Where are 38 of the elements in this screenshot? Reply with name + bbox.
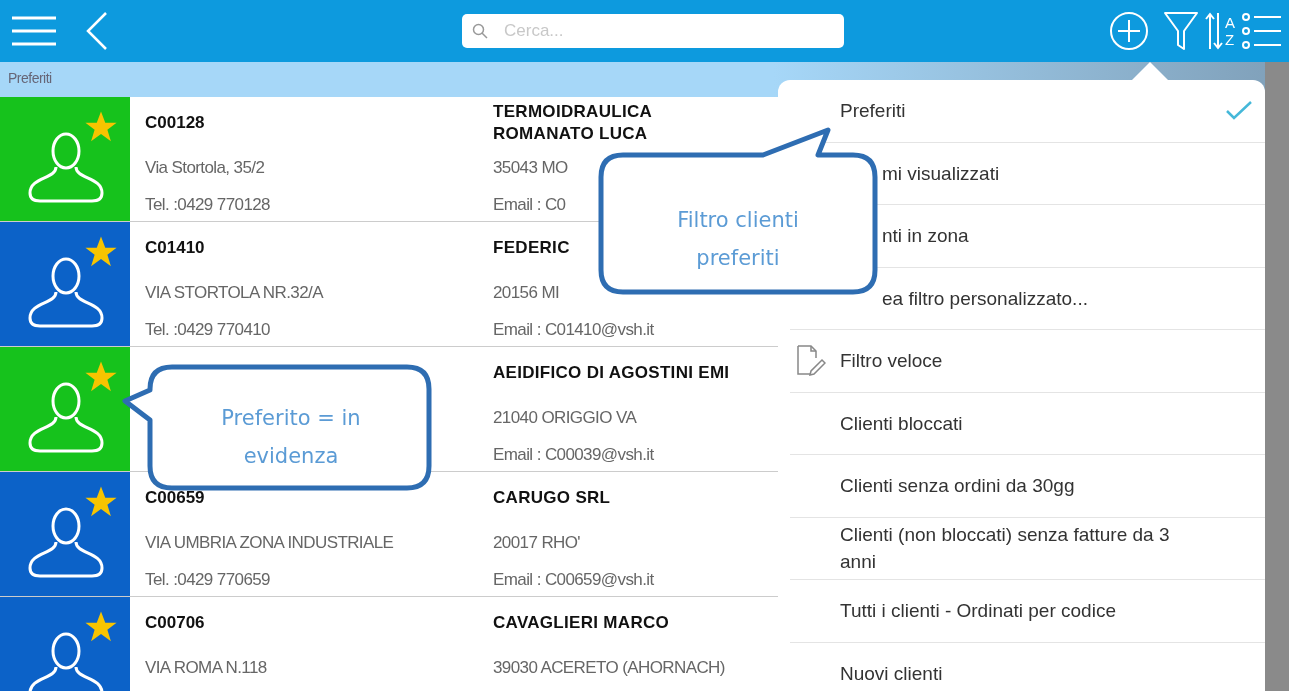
filter-menu-item[interactable]: Nuovi clienti [790,642,1265,691]
client-city: 35043 MO [493,157,568,178]
client-name: CARUGO SRL [493,487,611,509]
client-phone: Tel. :0429 770659 [145,569,270,590]
filter-menu-item[interactable]: Clienti (non bloccati) senza fatture da 3 anni [790,517,1265,580]
search-icon [472,23,488,39]
client-code: C00128 [145,112,205,134]
client-phone: Tel. :0429 770410 [145,319,270,340]
filter-menu-item[interactable]: Filtro veloce [790,330,1265,393]
client-email: Email : C00659@vsh.it [493,569,654,590]
client-code: C00706 [145,612,205,634]
add-icon[interactable] [1109,11,1149,51]
client-phone: Tel. :0429 770128 [145,194,270,215]
client-code: C01410 [145,237,205,259]
client-address: Via Stortola, 35/2 [145,157,265,178]
client-address: VIA UMBRIA ZONA INDUSTRIALE [145,532,394,553]
client-name: TERMOIDRAULICA ROMANATO LUCA [493,101,653,145]
client-email: Email : C0 [493,194,566,215]
client-name: CAVAGLIERI MARCO [493,612,670,634]
client-name: AEIDIFICO DI AGOSTINI EMI [493,362,730,384]
filter-menu-item[interactable]: Clienti senza ordini da 30gg [790,455,1265,518]
menu-icon[interactable] [12,15,56,47]
list-icon[interactable] [1241,11,1281,51]
client-city: 21040 ORIGGIO VA [493,407,637,428]
filter-menu-item[interactable]: Tutti i clienti - Ordinati per codice [790,580,1265,643]
client-address: VIA ROMA N.118 [145,657,267,678]
back-icon[interactable] [86,11,108,51]
client-email: Email : C01410@vsh.it [493,319,654,340]
client-name: FEDERIC [493,237,570,259]
filter-icon[interactable] [1163,11,1199,51]
filter-menu-item[interactable]: Clienti bloccati [790,392,1265,455]
client-city: 20017 RHO' [493,532,581,553]
document-pencil-icon [796,344,826,378]
client-city: 20156 MI [493,282,560,303]
callout-tooltip: Preferito = in evidenza [122,364,432,491]
client-email: Email : C00039@vsh.it [493,444,654,465]
client-city: 39030 ACERETO (AHORNACH) [493,657,725,678]
client-address: VIA STORTOLA NR.32/A [145,282,323,303]
